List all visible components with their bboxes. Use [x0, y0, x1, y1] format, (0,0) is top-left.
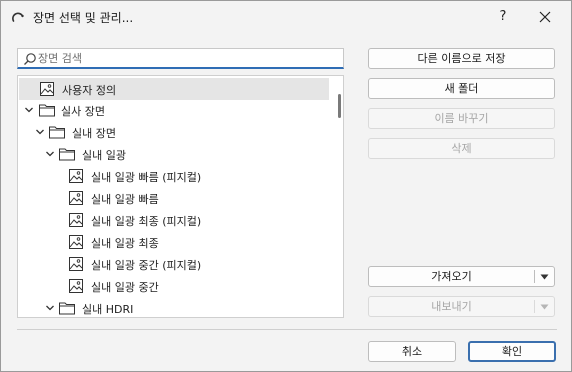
split-separator [534, 270, 535, 283]
folder-icon [39, 104, 55, 117]
scene-tree: 사용자 정의 실사 장면 실내 장면 실내 일광 실내 일광 빠름 (피지컬) … [17, 75, 344, 318]
dialog-window: 장면 선택 및 관리... ? 사용자 정의 [0, 0, 572, 372]
search-icon [24, 53, 36, 65]
folder-icon [49, 126, 65, 139]
tree-item-label: 실내 일광 빠름 [91, 193, 159, 206]
folder-icon [59, 148, 75, 161]
cancel-button[interactable]: 취소 [368, 341, 456, 362]
tree-item-label: 실내 일광 최종 [91, 237, 159, 250]
new-folder-button[interactable]: 새 폴더 [368, 78, 555, 99]
import-button-label: 가져오기 [431, 270, 472, 283]
tree-folder-photoreal[interactable]: 실사 장면 [18, 99, 330, 121]
tree-item-label: 실내 일광 중간 (피지컬) [91, 259, 202, 272]
search-input[interactable] [38, 50, 338, 66]
import-split-button[interactable]: 가져오기 [368, 266, 555, 287]
scene-image-icon [69, 257, 83, 271]
app-arc-icon [12, 12, 24, 22]
export-button-label: 내보내기 [431, 300, 472, 313]
chevron-down-icon[interactable] [45, 303, 55, 313]
tree-item-label: 실내 일광 빠름 (피지컬) [91, 171, 202, 184]
save-as-button[interactable]: 다른 이름으로 저장 [368, 48, 555, 69]
close-button[interactable] [525, 5, 565, 29]
scene-image-icon [69, 191, 83, 205]
delete-button[interactable]: 삭제 [368, 138, 555, 159]
folder-icon [59, 302, 75, 315]
footer-divider [17, 329, 557, 330]
close-icon [539, 11, 551, 23]
tree-item-scene[interactable]: 실내 일광 최종 (피지컬) [18, 209, 330, 231]
tree-item-label: 실내 일광 최종 (피지컬) [91, 215, 202, 228]
scene-image-icon [69, 235, 83, 249]
scene-image-icon [40, 82, 54, 96]
ok-button[interactable]: 확인 [468, 341, 556, 362]
scene-image-icon [69, 169, 83, 183]
search-box [17, 48, 344, 69]
tree-item-label: 사용자 정의 [62, 84, 117, 97]
title-bar: 장면 선택 및 관리... ? [1, 1, 571, 33]
tree-item-custom[interactable]: 사용자 정의 [19, 78, 329, 100]
tree-item-label: 실내 일광 중간 [91, 281, 159, 294]
scene-image-icon [69, 213, 83, 227]
export-split-button[interactable]: 내보내기 [368, 296, 555, 317]
chevron-down-icon[interactable] [35, 127, 45, 137]
tree-item-scene[interactable]: 실내 일광 빠름 [18, 187, 330, 209]
rename-button[interactable]: 이름 바꾸기 [368, 108, 555, 129]
tree-scrollbar-thumb[interactable] [338, 94, 341, 118]
dropdown-arrow-icon [540, 304, 549, 310]
help-button[interactable]: ? [483, 5, 523, 29]
tree-item-label: 실내 장면 [72, 127, 116, 140]
scene-image-icon [69, 279, 83, 293]
split-separator [534, 300, 535, 313]
tree-item-label: 실내 일광 [82, 149, 126, 162]
tree-item-scene[interactable]: 실내 일광 최종 [18, 231, 330, 253]
dropdown-arrow-icon[interactable] [540, 274, 549, 280]
tree-item-scene[interactable]: 실내 일광 중간 [18, 275, 330, 297]
dialog-title: 장면 선택 및 관리... [33, 11, 134, 25]
tree-item-label: 실내 HDRI [82, 303, 134, 316]
tree-folder-interior-hdri[interactable]: 실내 HDRI [18, 297, 330, 317]
chevron-down-icon[interactable] [24, 105, 34, 115]
chevron-down-icon[interactable] [45, 149, 55, 159]
tree-folder-interior[interactable]: 실내 장면 [18, 121, 330, 143]
tree-folder-interior-daylight[interactable]: 실내 일광 [18, 143, 330, 165]
tree-item-scene[interactable]: 실내 일광 빠름 (피지컬) [18, 165, 330, 187]
tree-item-scene[interactable]: 실내 일광 중간 (피지컬) [18, 253, 330, 275]
tree-item-label: 실사 장면 [61, 105, 105, 118]
